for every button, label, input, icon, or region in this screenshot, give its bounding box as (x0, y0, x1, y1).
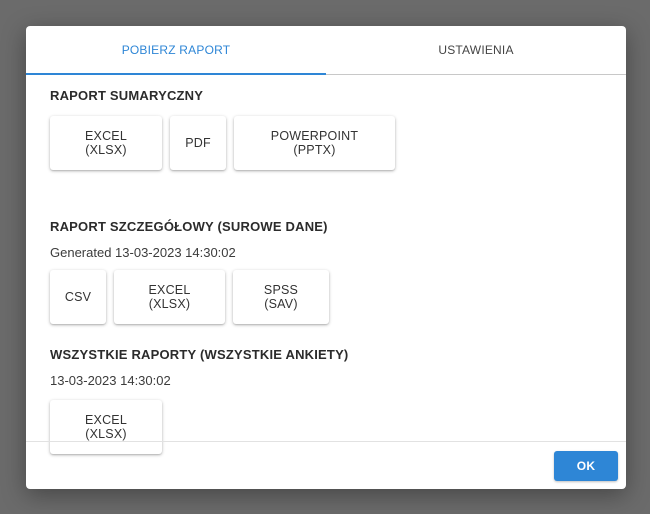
summary-powerpoint-button[interactable]: POWERPOINT (PPTX) (234, 116, 395, 170)
summary-pdf-button[interactable]: PDF (170, 116, 226, 170)
summary-excel-button[interactable]: EXCEL (XLSX) (50, 116, 162, 170)
detailed-report-buttons: CSV EXCEL (XLSX) SPSS (SAV) (50, 270, 329, 324)
tab-download-report[interactable]: POBIERZ RAPORT (26, 26, 326, 75)
detailed-report-generated: Generated 13-03-2023 14:30:02 (50, 245, 236, 260)
ok-button[interactable]: OK (554, 451, 618, 481)
detailed-spss-button[interactable]: SPSS (SAV) (233, 270, 329, 324)
tab-settings[interactable]: USTAWIENIA (326, 26, 626, 74)
dialog-content: RAPORT SUMARYCZNY EXCEL (XLSX) PDF POWER… (50, 75, 602, 454)
dialog-footer: OK (26, 441, 626, 489)
summary-report-buttons: EXCEL (XLSX) PDF POWERPOINT (PPTX) (50, 116, 395, 170)
tab-bar: POBIERZ RAPORT USTAWIENIA (26, 26, 626, 75)
all-reports-timestamp: 13-03-2023 14:30:02 (50, 373, 171, 388)
download-report-dialog: POBIERZ RAPORT USTAWIENIA RAPORT SUMARYC… (26, 26, 626, 489)
detailed-csv-button[interactable]: CSV (50, 270, 106, 324)
all-reports-title: WSZYSTKIE RAPORTY (WSZYSTKIE ANKIETY) (50, 347, 349, 362)
detailed-excel-button[interactable]: EXCEL (XLSX) (114, 270, 225, 324)
summary-report-title: RAPORT SUMARYCZNY (50, 88, 204, 103)
detailed-report-title: RAPORT SZCZEGÓŁOWY (SUROWE DANE) (50, 219, 328, 234)
